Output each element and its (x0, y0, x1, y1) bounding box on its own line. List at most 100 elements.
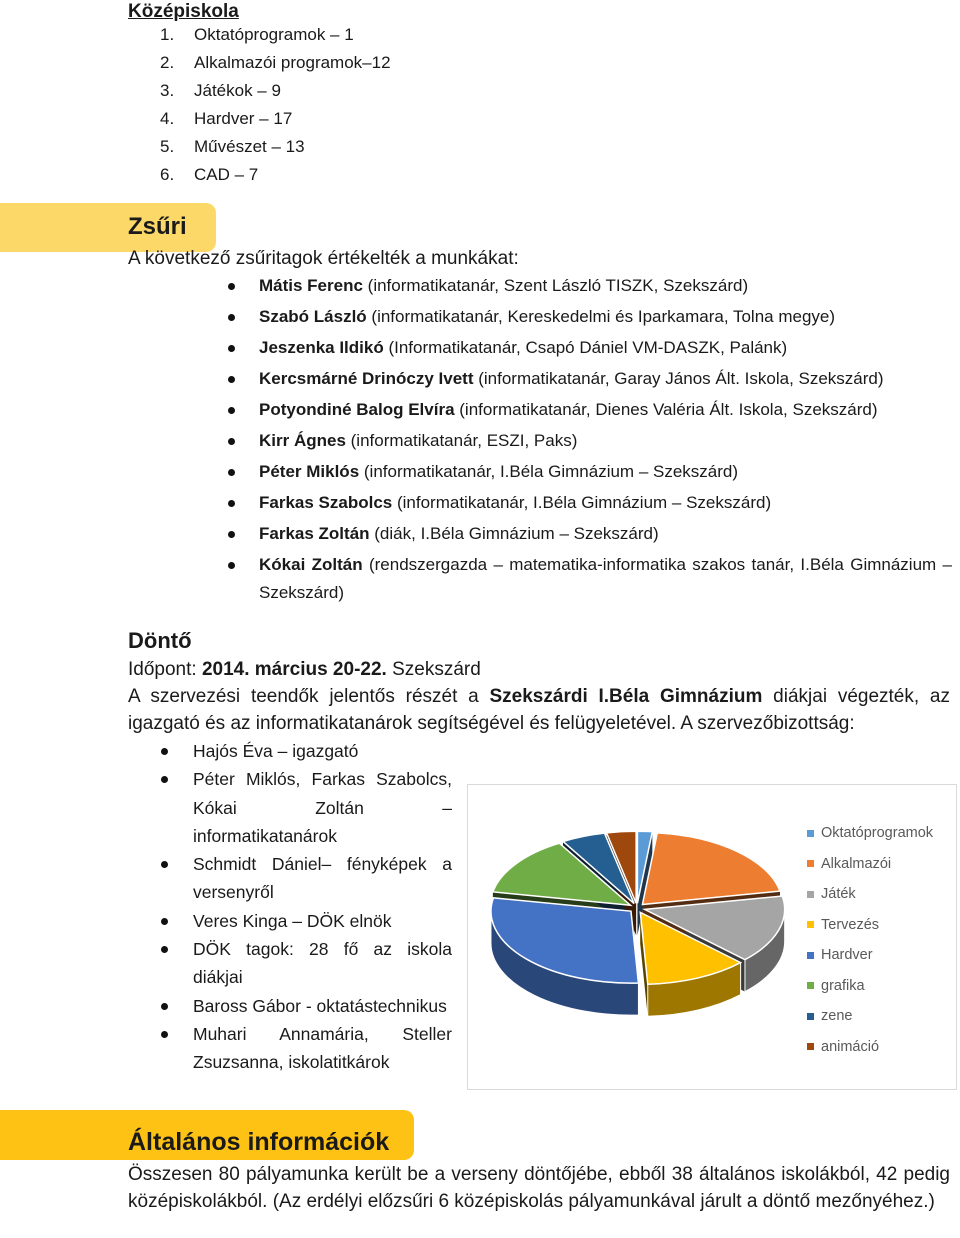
bullet-icon (222, 365, 259, 396)
jury-member-text: Farkas Szabolcs (informatikatanár, I.Bél… (259, 489, 952, 520)
member-detail: (informatikatanár, Garay János Ált. Isko… (473, 369, 884, 388)
jury-member-text: Jeszenka Ildikó (Informatikatanár, Csapó… (259, 334, 952, 365)
legend-swatch (807, 1012, 814, 1020)
legend-label: zene (821, 1008, 853, 1025)
legend-item: Tervezés (807, 910, 933, 941)
legend-label: animáció (821, 1038, 880, 1055)
legend-swatch (807, 1043, 814, 1051)
item-text: Alkalmazói programok–12 (194, 53, 391, 72)
bullet-icon (152, 737, 193, 765)
committee-list: Hajós Éva – igazgató Péter Miklós, Farkas… (152, 737, 452, 1077)
secondary-item: 1. Oktatóprogramok – 1 (160, 21, 391, 49)
bullet-icon (222, 334, 259, 365)
legend-item: grafika (807, 971, 933, 1002)
legend-label: Tervezés (821, 916, 880, 933)
bullet-icon (222, 303, 259, 334)
committee-member: Péter Miklós, Farkas Szabolcs, Kókai Zol… (152, 765, 452, 850)
legend-label: grafika (821, 977, 865, 994)
member-detail: (informatikatanár, Dienes Valéria Ált. I… (454, 400, 878, 419)
committee-text: Schmidt Dániel– fényképek a versenyről (193, 854, 452, 903)
legend-swatch (807, 921, 814, 929)
committee-text: DÖK tagok: 28 fő az iskola diákjai (193, 939, 452, 988)
bullet-icon (222, 272, 259, 303)
jury-member: Péter Miklós (informatikatanár, I.Béla G… (222, 458, 952, 489)
committee-text: Hajós Éva – igazgató (193, 741, 359, 761)
legend-label: Játék (821, 886, 856, 903)
committee-member: Schmidt Dániel– fényképek a versenyről (152, 850, 452, 907)
member-name: Farkas Szabolcs (259, 493, 393, 512)
pie-chart (490, 830, 786, 1017)
jury-member: Farkas Szabolcs (informatikatanár, I.Bél… (222, 489, 952, 520)
date-place: Szekszárd (386, 659, 481, 680)
org-school: Szekszárdi I.Béla Gimnázium (489, 686, 763, 707)
item-text: Művészet – 13 (194, 137, 305, 156)
committee-text: Baross Gábor - oktatástechnikus (193, 995, 447, 1016)
legend-label: Alkalmazói (821, 855, 892, 872)
jury-member: Potyondiné Balog Elvíra (informatikataná… (222, 396, 952, 427)
item-number: 5. (160, 137, 175, 156)
bullet-icon (222, 489, 259, 520)
member-detail: (informatikatanár, Kereskedelmi és Ipark… (366, 307, 836, 326)
org-text-1: A szervezési teendők jelentős részét a (128, 686, 490, 707)
item-number: 3. (160, 81, 175, 100)
committee-member: Veres Kinga – DÖK elnök (152, 907, 452, 935)
committee-member: Muhari Annamária, Steller Zsuzsanna, isk… (152, 1020, 452, 1077)
date-label: Időpont: (128, 659, 202, 680)
committee-text: Veres Kinga – DÖK elnök (193, 910, 392, 931)
general-title: Általános információk (128, 1128, 390, 1156)
final-title: Döntő (128, 628, 192, 653)
jury-member-text: Farkas Zoltán (diák, I.Béla Gimnázium – … (259, 520, 952, 551)
jury-list: Mátis Ferenc (informatikatanár, Szent Lá… (222, 272, 952, 607)
member-detail: (informatikatanár, I.Béla Gimnázium – Sz… (359, 462, 739, 481)
bullet-icon (152, 765, 193, 850)
committee-text: Péter Miklós, Farkas Szabolcs, Kókai Zol… (193, 769, 452, 846)
legend-label: Oktatóprogramok (821, 825, 934, 842)
member-name: Mátis Ferenc (259, 276, 363, 295)
jury-member-text: Mátis Ferenc (informatikatanár, Szent Lá… (259, 272, 952, 303)
legend-swatch (807, 951, 814, 959)
member-name: Kirr Ágnes (259, 431, 346, 450)
legend-item: Alkalmazói (807, 849, 933, 880)
jury-member: Szabó László (informatikatanár, Keresked… (222, 303, 952, 334)
final-date: Időpont: 2014. március 20-22. Szekszárd (128, 656, 481, 683)
bullet-icon (152, 850, 193, 907)
jury-member-text: Kirr Ágnes (informatikatanár, ESZI, Paks… (259, 427, 952, 458)
jury-member: Farkas Zoltán (diák, I.Béla Gimnázium – … (222, 520, 952, 551)
jury-member-text: Potyondiné Balog Elvíra (informatikataná… (259, 396, 952, 427)
pie-slice-alkalmazói (641, 832, 782, 906)
bullet-icon (152, 907, 193, 935)
general-text: Összesen 80 pályamunka került be a verse… (128, 1164, 950, 1212)
item-text: Hardver – 17 (194, 109, 293, 128)
date-value: 2014. március 20-22. (201, 659, 387, 680)
member-name: Kercsmárné Drinóczy Ivett (259, 369, 474, 388)
jury-member: Kókai Zoltán (rendszergazda – matematika… (222, 551, 952, 607)
bullet-icon (222, 458, 259, 489)
secondary-item: 5. Művészet – 13 (160, 133, 391, 161)
legend-swatch (807, 890, 814, 898)
legend-item: Játék (807, 879, 933, 910)
item-number: 2. (160, 53, 175, 72)
legend-item: animáció (807, 1032, 933, 1063)
jury-intro: A következő zsűritagok értékelték a munk… (128, 248, 519, 269)
legend-label: Hardver (821, 947, 873, 964)
member-name: Farkas Zoltán (259, 524, 370, 543)
legend-swatch (807, 829, 814, 837)
jury-member-text: Kercsmárné Drinóczy Ivett (informatikata… (259, 365, 952, 396)
bullet-icon (222, 551, 259, 607)
secondary-item: 2. Alkalmazói programok–12 (160, 49, 391, 77)
chart-legend: Oktatóprogramok Alkalmazói Játék Tervezés Ha… (807, 818, 933, 1062)
jury-member-text: Péter Miklós (informatikatanár, I.Béla G… (259, 458, 952, 489)
jury-member: Kirr Ágnes (informatikatanár, ESZI, Paks… (222, 427, 952, 458)
jury-member: Kercsmárné Drinóczy Ivett (informatikata… (222, 365, 952, 396)
committee-member: Hajós Éva – igazgató (152, 737, 452, 765)
legend-item: Hardver (807, 940, 933, 971)
bullet-icon (152, 935, 193, 992)
jury-member-text: Kókai Zoltán (rendszergazda – matematika… (259, 551, 952, 607)
item-number: 1. (160, 25, 175, 44)
item-text: Oktatóprogramok – 1 (194, 25, 354, 44)
member-detail: (Informatikatanár, Csapó Dániel VM-DASZK… (383, 338, 788, 357)
bullet-icon (222, 427, 259, 458)
member-detail: (informatikatanár, ESZI, Paks) (345, 431, 578, 450)
member-name: Jeszenka Ildikó (259, 338, 384, 357)
jury-title: Zsűri (128, 213, 187, 240)
